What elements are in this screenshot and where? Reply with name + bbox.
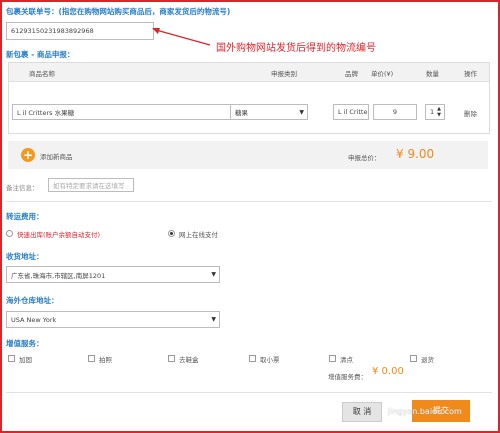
address-value: 广东省,珠海市,市辖区,南屏1201	[11, 271, 106, 280]
total-value: ¥ 9.00	[396, 147, 435, 161]
service-fee-value: ¥ 0.00	[372, 366, 404, 377]
divider	[6, 392, 492, 393]
quantity-value: 1	[430, 108, 435, 116]
checkbox-count-label[interactable]: 清点	[340, 354, 353, 364]
add-goods-link[interactable]: 添加新商品	[40, 151, 73, 161]
checkbox-reinforce-label[interactable]: 加固	[19, 354, 32, 364]
checkbox-take-receipt[interactable]	[249, 355, 256, 362]
quantity-stepper[interactable]: 1 ▲ ▼	[425, 104, 445, 120]
tracking-label: 包裹关联单号：(指您在购物网站购买商品后，商家发货后的物流号)	[6, 7, 231, 16]
remark-input[interactable]: 如有特定要求请在这填写	[48, 178, 134, 192]
goods-name-value: L il Critters 水果糖	[17, 109, 75, 117]
checkbox-take-receipt-label[interactable]: 取小票	[260, 354, 280, 364]
tracking-number-input[interactable]: 6129315023198389296​8	[6, 22, 154, 40]
checkbox-photo-label[interactable]: 拍照	[99, 354, 112, 364]
package-section-title: 新包裹 - 商品申报：	[6, 50, 75, 59]
price-input[interactable]: 9	[373, 104, 417, 120]
radio-online-pay-label[interactable]: 网上在线支付	[179, 229, 218, 239]
warehouse-value: USA New York	[11, 315, 57, 324]
checkbox-remove-shoebox[interactable]	[168, 355, 175, 362]
checkbox-return[interactable]	[410, 355, 417, 362]
total-label: 申报总价：	[348, 154, 381, 162]
remark-placeholder: 如有特定要求请在这填写	[53, 182, 125, 190]
brand-input[interactable]: L il Critte	[333, 104, 369, 120]
add-icon[interactable]: +	[21, 148, 35, 162]
annotation-text: 国外购物网站发货后得到的物流编号	[216, 43, 376, 54]
service-fee-label: 增值服务费：	[328, 373, 367, 381]
tracking-number-value: 6129315023198389296​8	[11, 27, 94, 35]
checkbox-remove-shoebox-label[interactable]: 去鞋盒	[179, 354, 199, 364]
checkbox-photo[interactable]	[88, 355, 95, 362]
shipping-section-title: 转运费用：	[6, 212, 44, 221]
radio-quick-out-label[interactable]: 快速出库(账户余额自动支付)	[17, 229, 100, 239]
col-header-name: 商品名称	[29, 70, 55, 78]
dropdown-arrow-icon: ▼	[211, 316, 216, 323]
warehouse-section-title: 海外仓库地址：	[6, 296, 59, 305]
watermark-text: jingyan.baidu.com	[388, 407, 462, 416]
address-section-title: 收货地址：	[6, 252, 44, 261]
radio-online-pay[interactable]	[168, 230, 175, 237]
col-header-qty: 数量	[426, 70, 439, 78]
add-goods-bar: + 添加新商品 申报总价： ¥ 9.00	[8, 141, 488, 169]
col-header-brand: 品牌	[345, 70, 358, 78]
category-select[interactable]: 糖果 ▼	[230, 104, 308, 120]
col-header-category: 申报类别	[271, 70, 297, 78]
col-header-price: 单价(¥)	[371, 70, 394, 78]
brand-value: L il Critte	[338, 108, 368, 116]
remark-label: 备注信息：	[6, 184, 39, 192]
category-value: 糖果	[235, 109, 248, 117]
cancel-button[interactable]: 取 消	[342, 402, 382, 422]
checkbox-count[interactable]	[329, 355, 336, 362]
dropdown-arrow-icon: ▼	[211, 271, 216, 278]
annotation-arrow	[152, 28, 211, 46]
address-select[interactable]: 广东省,珠海市,市辖区,南屏1201 ▼	[6, 266, 220, 283]
col-header-action: 操作	[464, 70, 477, 78]
services-section-title: 增值服务：	[6, 339, 44, 348]
dropdown-arrow-icon: ▼	[299, 108, 304, 116]
goods-table: 商品名称 申报类别 品牌 单价(¥) 数量 操作 L il Critters 水…	[8, 62, 490, 134]
goods-name-input[interactable]: L il Critters 水果糖	[12, 104, 232, 120]
divider	[6, 201, 492, 202]
warehouse-select[interactable]: USA New York ▼	[6, 311, 220, 328]
checkbox-return-label[interactable]: 退货	[421, 354, 434, 364]
price-value: 9	[392, 108, 398, 116]
stepper-arrows-icon: ▲ ▼	[437, 106, 441, 118]
goods-table-header: 商品名称 申报类别 品牌 单价(¥) 数量 操作	[9, 63, 489, 82]
radio-quick-out[interactable]	[6, 230, 13, 237]
delete-link[interactable]: 删除	[464, 108, 477, 118]
checkbox-reinforce[interactable]	[8, 355, 15, 362]
